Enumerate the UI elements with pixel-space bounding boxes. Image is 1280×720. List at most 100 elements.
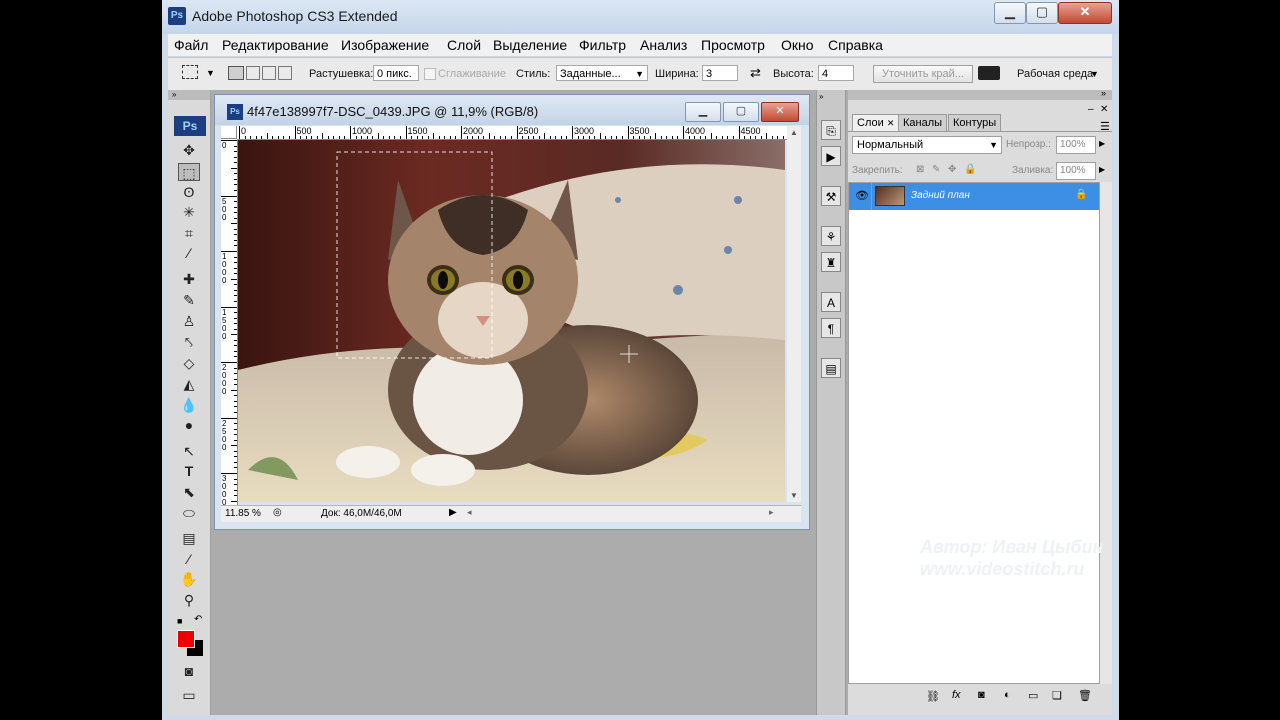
menu-image[interactable]: Изображение: [341, 37, 429, 53]
subtract-selection-icon[interactable]: [262, 66, 276, 80]
vertical-scrollbar[interactable]: ▲ ▼: [787, 126, 801, 502]
zoom-level[interactable]: 11.85 %: [225, 508, 261, 519]
layer-row-background[interactable]: 👁 Задний план 🔒: [849, 183, 1099, 210]
rect-marquee-tool-icon[interactable]: ⬚: [178, 163, 200, 181]
history-panel-icon[interactable]: ⎘: [821, 120, 841, 140]
clone-source-icon[interactable]: ♜: [821, 252, 841, 272]
document-title-bar[interactable]: Ps 4f47e138997f7-DSC_0439.JPG @ 11,9% (R…: [215, 95, 809, 125]
lock-transparency-icon[interactable]: ⊠: [916, 164, 924, 175]
maximize-button[interactable]: ▢: [1026, 2, 1058, 24]
swap-dimensions-icon[interactable]: ⇄: [750, 65, 761, 81]
tab-close-icon[interactable]: ✕: [887, 118, 895, 128]
workspace-menu[interactable]: Рабочая среда: [1017, 68, 1093, 80]
width-input[interactable]: 3: [702, 65, 738, 81]
screen-mode-icon[interactable]: ▭: [178, 686, 200, 704]
adjustment-layer-icon[interactable]: ◐: [1004, 689, 1011, 701]
brush-tool-icon[interactable]: ✎: [178, 291, 200, 309]
layer-comps-icon[interactable]: ▤: [821, 358, 841, 378]
swap-colors-icon[interactable]: ↶: [194, 614, 202, 625]
height-input[interactable]: 4: [818, 65, 854, 81]
paint-bucket-tool-icon[interactable]: ◭: [178, 375, 200, 393]
new-layer-icon[interactable]: ❏: [1052, 689, 1062, 702]
menu-view[interactable]: Просмотр: [701, 37, 765, 53]
crop-tool-icon[interactable]: ⌗: [178, 224, 200, 242]
brushes-panel-icon[interactable]: ⚘: [821, 226, 841, 246]
visibility-eye-icon[interactable]: 👁: [855, 189, 869, 202]
healing-brush-tool-icon[interactable]: ✚: [178, 270, 200, 288]
feather-input[interactable]: 0 пикс.: [373, 65, 419, 81]
panel-minimize-icon[interactable]: –: [1088, 104, 1094, 115]
menu-window[interactable]: Окно: [781, 37, 814, 53]
zoom-preview-icon[interactable]: ◎: [273, 507, 282, 518]
vertical-ruler[interactable]: 0 500 1000 1500 2000 2500 3000: [221, 139, 238, 505]
tab-paths[interactable]: Контуры: [948, 114, 1002, 132]
default-colors-icon[interactable]: ■: [177, 616, 182, 626]
scroll-down-icon[interactable]: ▼: [790, 491, 798, 500]
zoom-tool-icon[interactable]: ⚲: [178, 591, 200, 609]
path-selection-tool-icon[interactable]: ↖: [178, 442, 200, 460]
notes-tool-icon[interactable]: ▤: [178, 529, 200, 547]
paragraph-panel-icon[interactable]: ¶: [821, 318, 841, 338]
add-selection-icon[interactable]: [246, 66, 260, 80]
eraser-tool-icon[interactable]: ◇: [178, 354, 200, 372]
layer-mask-icon[interactable]: ◙: [978, 689, 985, 701]
scroll-right-icon[interactable]: ▸: [769, 507, 774, 518]
magic-wand-tool-icon[interactable]: ✳: [178, 203, 200, 221]
chevron-down-icon[interactable]: ▼: [206, 68, 215, 78]
tab-layers[interactable]: Слои ✕: [852, 114, 900, 132]
close-button[interactable]: ✕: [1058, 2, 1112, 24]
dodge-tool-icon[interactable]: ●: [178, 416, 200, 434]
status-menu-arrow-icon[interactable]: ▶: [449, 507, 457, 518]
bridge-icon[interactable]: [978, 66, 1000, 80]
eyedropper-tool-icon[interactable]: ⁄: [178, 550, 200, 568]
doc-close-button[interactable]: ✕: [761, 102, 799, 122]
menu-filter[interactable]: Фильтр: [579, 37, 626, 53]
actions-panel-icon[interactable]: ▶: [821, 146, 841, 166]
slice-tool-icon[interactable]: ∕: [178, 244, 200, 262]
style-select[interactable]: Заданные... ▼: [556, 65, 648, 81]
move-tool-icon[interactable]: ✥: [178, 141, 200, 159]
lock-position-icon[interactable]: ✥: [948, 164, 956, 175]
type-tool-icon[interactable]: T: [178, 462, 200, 480]
menu-select[interactable]: Выделение: [493, 37, 567, 53]
ellipse-tool-icon[interactable]: ⬭: [178, 504, 200, 522]
menu-edit[interactable]: Редактирование: [222, 37, 329, 53]
panel-collapse-icon[interactable]: »: [1101, 88, 1106, 98]
panel-close-icon[interactable]: ✕: [1100, 104, 1108, 115]
blur-tool-icon[interactable]: 💧: [178, 396, 200, 414]
refine-edge-button[interactable]: Уточнить край...: [873, 65, 973, 83]
history-brush-tool-icon[interactable]: ⤣: [178, 333, 200, 351]
image-canvas[interactable]: [238, 140, 785, 502]
menu-help[interactable]: Справка: [828, 37, 883, 53]
lock-pixels-icon[interactable]: ✎: [932, 164, 940, 175]
character-panel-icon[interactable]: A: [821, 292, 841, 312]
clone-stamp-tool-icon[interactable]: ♙: [178, 312, 200, 330]
new-selection-icon[interactable]: [228, 66, 244, 80]
layer-style-icon[interactable]: fx: [952, 689, 961, 701]
scroll-left-icon[interactable]: ◂: [467, 507, 472, 518]
lock-all-icon[interactable]: 🔒: [964, 164, 976, 175]
menu-analysis[interactable]: Анализ: [640, 37, 687, 53]
antialias-checkbox[interactable]: [424, 68, 436, 80]
scroll-up-icon[interactable]: ▲: [790, 128, 798, 137]
lasso-tool-icon[interactable]: ʘ: [178, 183, 200, 201]
doc-size-info[interactable]: Док: 46,0M/46,0M: [321, 508, 402, 519]
hand-tool-icon[interactable]: ✋: [178, 570, 200, 588]
new-group-icon[interactable]: ▭: [1028, 689, 1038, 702]
opacity-slider-arrow-icon[interactable]: ▶: [1099, 139, 1105, 148]
dock-expand-icon[interactable]: »: [819, 92, 823, 101]
delete-layer-icon[interactable]: 🗑: [1078, 689, 1092, 702]
menu-file[interactable]: Файл: [174, 37, 208, 53]
toolbox-collapse-icon[interactable]: »: [168, 90, 210, 100]
pen-tool-icon[interactable]: ⬉: [178, 483, 200, 501]
horizontal-ruler[interactable]: 0 500 1000 1500 2000 2500 3000 3500 4000 4500: [237, 126, 792, 140]
marquee-preset-icon[interactable]: [182, 65, 198, 79]
doc-minimize-button[interactable]: ▁: [685, 102, 721, 122]
panel-header[interactable]: »: [848, 88, 1112, 100]
tab-channels[interactable]: Каналы: [898, 114, 948, 132]
opacity-input[interactable]: 100%: [1056, 136, 1096, 154]
layer-name[interactable]: Задний план: [911, 190, 970, 201]
foreground-color-swatch[interactable]: [177, 630, 195, 648]
blend-mode-select[interactable]: Нормальный ▼: [852, 136, 1002, 154]
minimize-button[interactable]: ▁: [994, 2, 1026, 24]
